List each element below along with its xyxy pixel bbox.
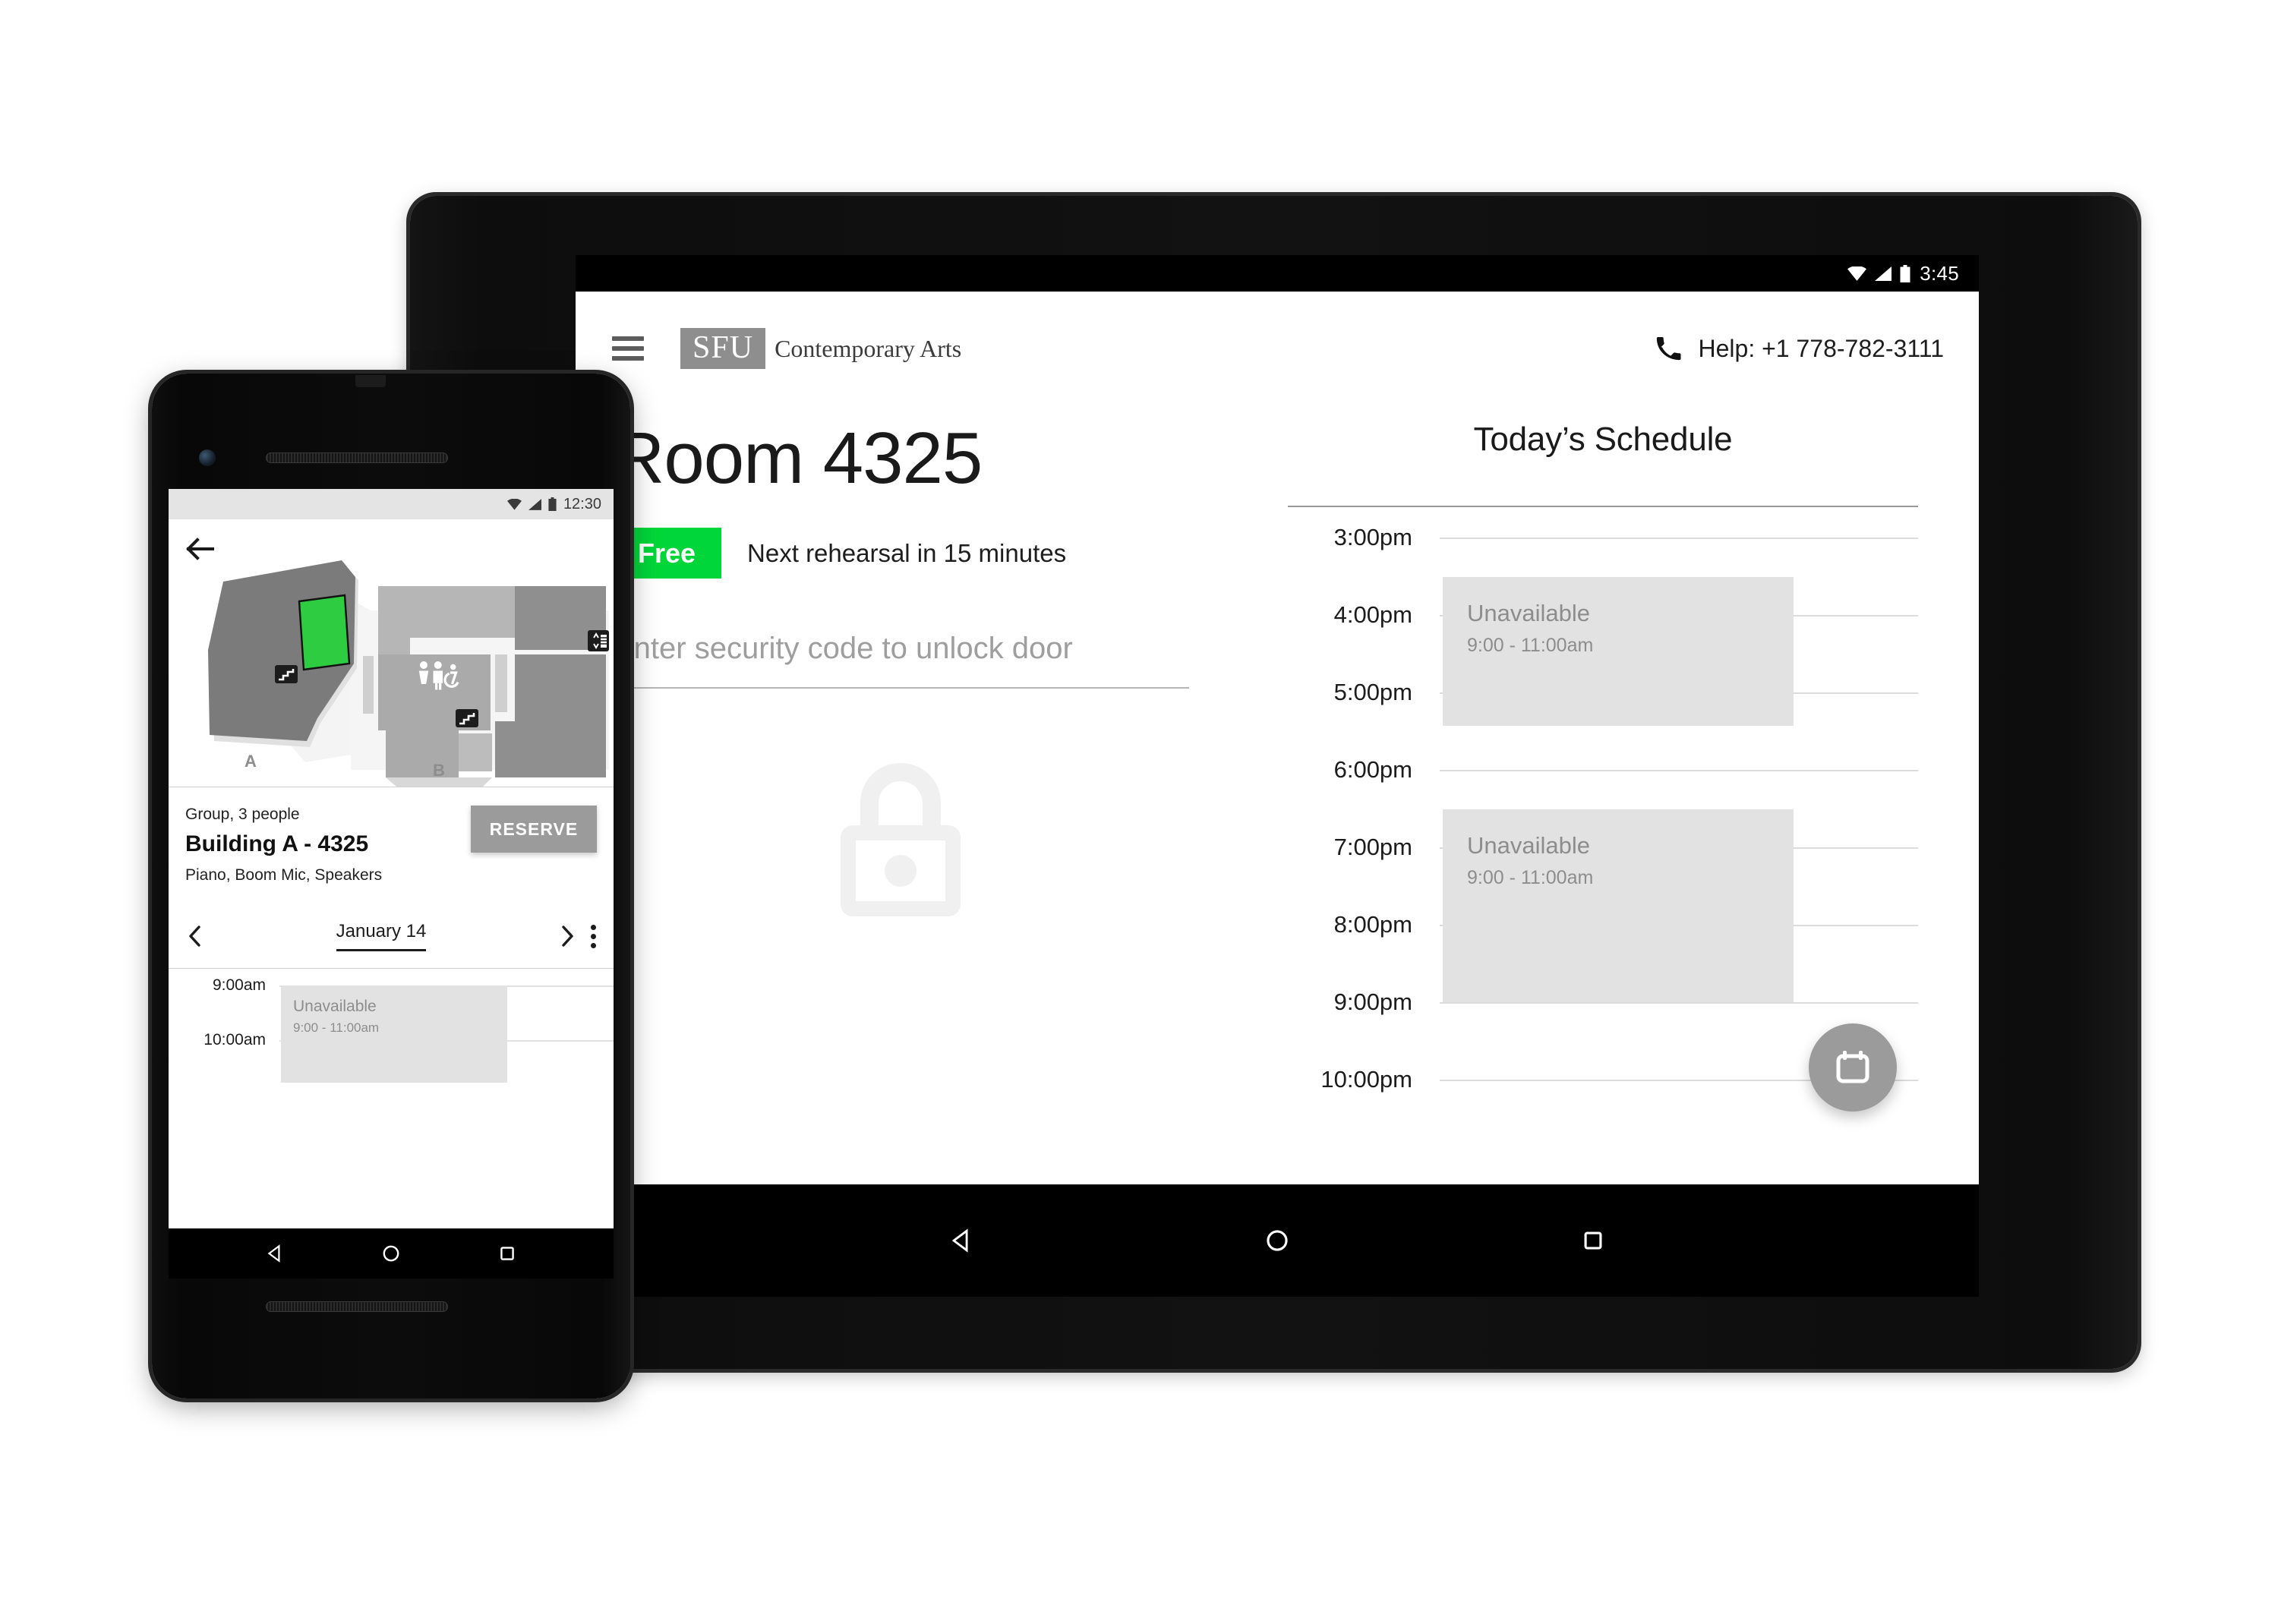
schedule-event-block[interactable]: Unavailable 9:00 - 11:00am [1443,577,1794,726]
tablet-app-header: SFU Contemporary Arts Help: +1 778-782-3… [576,292,1979,405]
room-detail-panel: Room 4325 Free Next rehearsal in 15 minu… [612,418,1250,919]
schedule-time-label: 6:00pm [1333,756,1412,783]
schedule-panel: Today’s Schedule 3:00pm 4:00pm 5:00pm 6:… [1288,421,1918,1112]
event-title: Unavailable [1467,832,1590,859]
schedule-time-label: 4:00pm [1333,601,1412,628]
recents-square-icon[interactable] [1580,1228,1606,1253]
front-camera-icon [199,449,216,466]
tablet-nav-bar [576,1184,1979,1297]
battery-icon [548,497,557,511]
schedule-grid: 3:00pm 4:00pm 5:00pm 6:00pm 7:00pm 8:00p… [1288,510,1918,1112]
schedule-time-label: 3:00pm [1333,524,1412,550]
chevron-left-icon[interactable] [185,925,205,948]
security-code-input[interactable] [612,632,1189,688]
chevron-right-icon[interactable] [557,925,577,948]
hamburger-menu-icon[interactable] [612,336,644,361]
schedule-row-line [1440,1002,1918,1004]
tablet-status-bar: 3:45 [576,255,1979,292]
back-arrow-icon[interactable] [185,538,214,560]
phone-nav-bar [169,1228,614,1279]
add-booking-fab[interactable] [1809,1023,1897,1112]
help-contact[interactable]: Help: +1 778-782-3111 [1655,334,1945,363]
floorplan-map[interactable]: A B [169,519,614,787]
home-circle-icon[interactable] [1264,1228,1290,1253]
reserve-button[interactable]: RESERVE [471,806,597,853]
building-label-b: B [433,761,445,780]
room-status-row: Free Next rehearsal in 15 minutes [612,527,1250,579]
calendar-icon [1836,1051,1869,1083]
current-date-label: January 14 [336,921,427,951]
current-date-wrap[interactable]: January 14 [205,921,557,951]
tablet-clock: 3:45 [1920,261,1959,285]
event-time: 9:00 - 11:00am [293,1020,380,1035]
phone-clock: 12:30 [563,495,601,512]
event-title: Unavailable [1467,600,1590,626]
schedule-time-label: 8:00pm [1333,911,1412,938]
kebab-menu-icon[interactable] [591,924,597,948]
phone-device: 12:30 A B Group, 3 people Building A - 4… [148,370,634,1402]
tablet-device: 3:45 SFU Contemporary Arts Help: +1 778-… [407,193,2141,1372]
schedule-time-label: 9:00pm [1333,989,1412,1015]
brand-mark: SFU [680,328,766,369]
floorplan-graphic: A B [208,560,609,787]
equipment-label: Piano, Boom Mic, Speakers [185,866,383,884]
phone-earpiece-notch [355,375,386,387]
schedule-event-block[interactable]: Unavailable 9:00 - 11:00am [1443,809,1794,1002]
building-label-a: A [245,752,257,771]
event-time: 9:00 - 11:00am [1467,635,1594,656]
next-event-text: Next rehearsal in 15 minutes [747,538,1067,567]
signal-icon [528,498,541,510]
recents-square-icon[interactable] [497,1244,517,1263]
tablet-system-icons [1847,264,1910,282]
phone-screen: 12:30 A B Group, 3 people Building A - 4… [169,489,614,1279]
schedule-divider [1288,506,1918,507]
schedule-time-label: 10:00pm [1320,1066,1412,1093]
phone-bottom-speaker [266,1301,448,1312]
phone-status-bar: 12:30 [169,489,614,519]
stairs-icon [275,665,298,683]
schedule-event-block[interactable]: Unavailable 9:00 - 11:00am [281,987,507,1083]
lock-illustration [612,758,1189,919]
wifi-icon [1847,266,1867,281]
room-summary-card: Group, 3 people Building A - 4325 Piano,… [169,787,614,956]
tablet-screen: 3:45 SFU Contemporary Arts Help: +1 778-… [576,255,1979,1297]
elevator-icon [588,630,609,651]
help-phone-number: Help: +1 778-782-3111 [1698,334,1945,362]
back-triangle-icon[interactable] [265,1244,285,1263]
tablet-app-body: SFU Contemporary Arts Help: +1 778-782-3… [576,292,1979,1184]
phone-top-speaker [266,453,448,463]
schedule-title: Today’s Schedule [1473,421,1733,458]
page-title: Room 4325 [612,418,983,499]
battery-icon [1900,264,1910,282]
phone-schedule: 9:00am 10:00am Unavailable 9:00 - 11:00a… [169,968,614,1083]
schedule-time-label: 7:00pm [1333,834,1412,860]
schedule-time-label: 9:00am [212,976,266,994]
lock-icon [841,763,961,917]
input-underline [612,687,1189,689]
brand-name: Contemporary Arts [775,334,962,362]
back-triangle-icon[interactable] [948,1228,974,1253]
phone-icon [1656,337,1680,361]
brand-logo: SFU Contemporary Arts [680,328,961,369]
schedule-row: 9:00pm [1288,989,1918,1015]
wifi-icon [506,498,522,510]
screenshot-canvas: 3:45 SFU Contemporary Arts Help: +1 778-… [0,0,2278,1624]
home-circle-icon[interactable] [381,1244,401,1263]
event-title: Unavailable [293,998,377,1015]
schedule-time-label: 5:00pm [1333,679,1412,705]
schedule-time-label: 10:00am [204,1031,266,1049]
schedule-row: 6:00pm [1288,756,1918,783]
event-time: 9:00 - 11:00am [1467,867,1594,888]
schedule-row-line [1440,770,1918,771]
schedule-row-line [1440,538,1918,539]
signal-icon [1875,266,1892,281]
security-code-field[interactable] [612,632,1189,689]
stairs-icon [456,709,478,727]
date-navigator: January 14 [185,921,597,956]
